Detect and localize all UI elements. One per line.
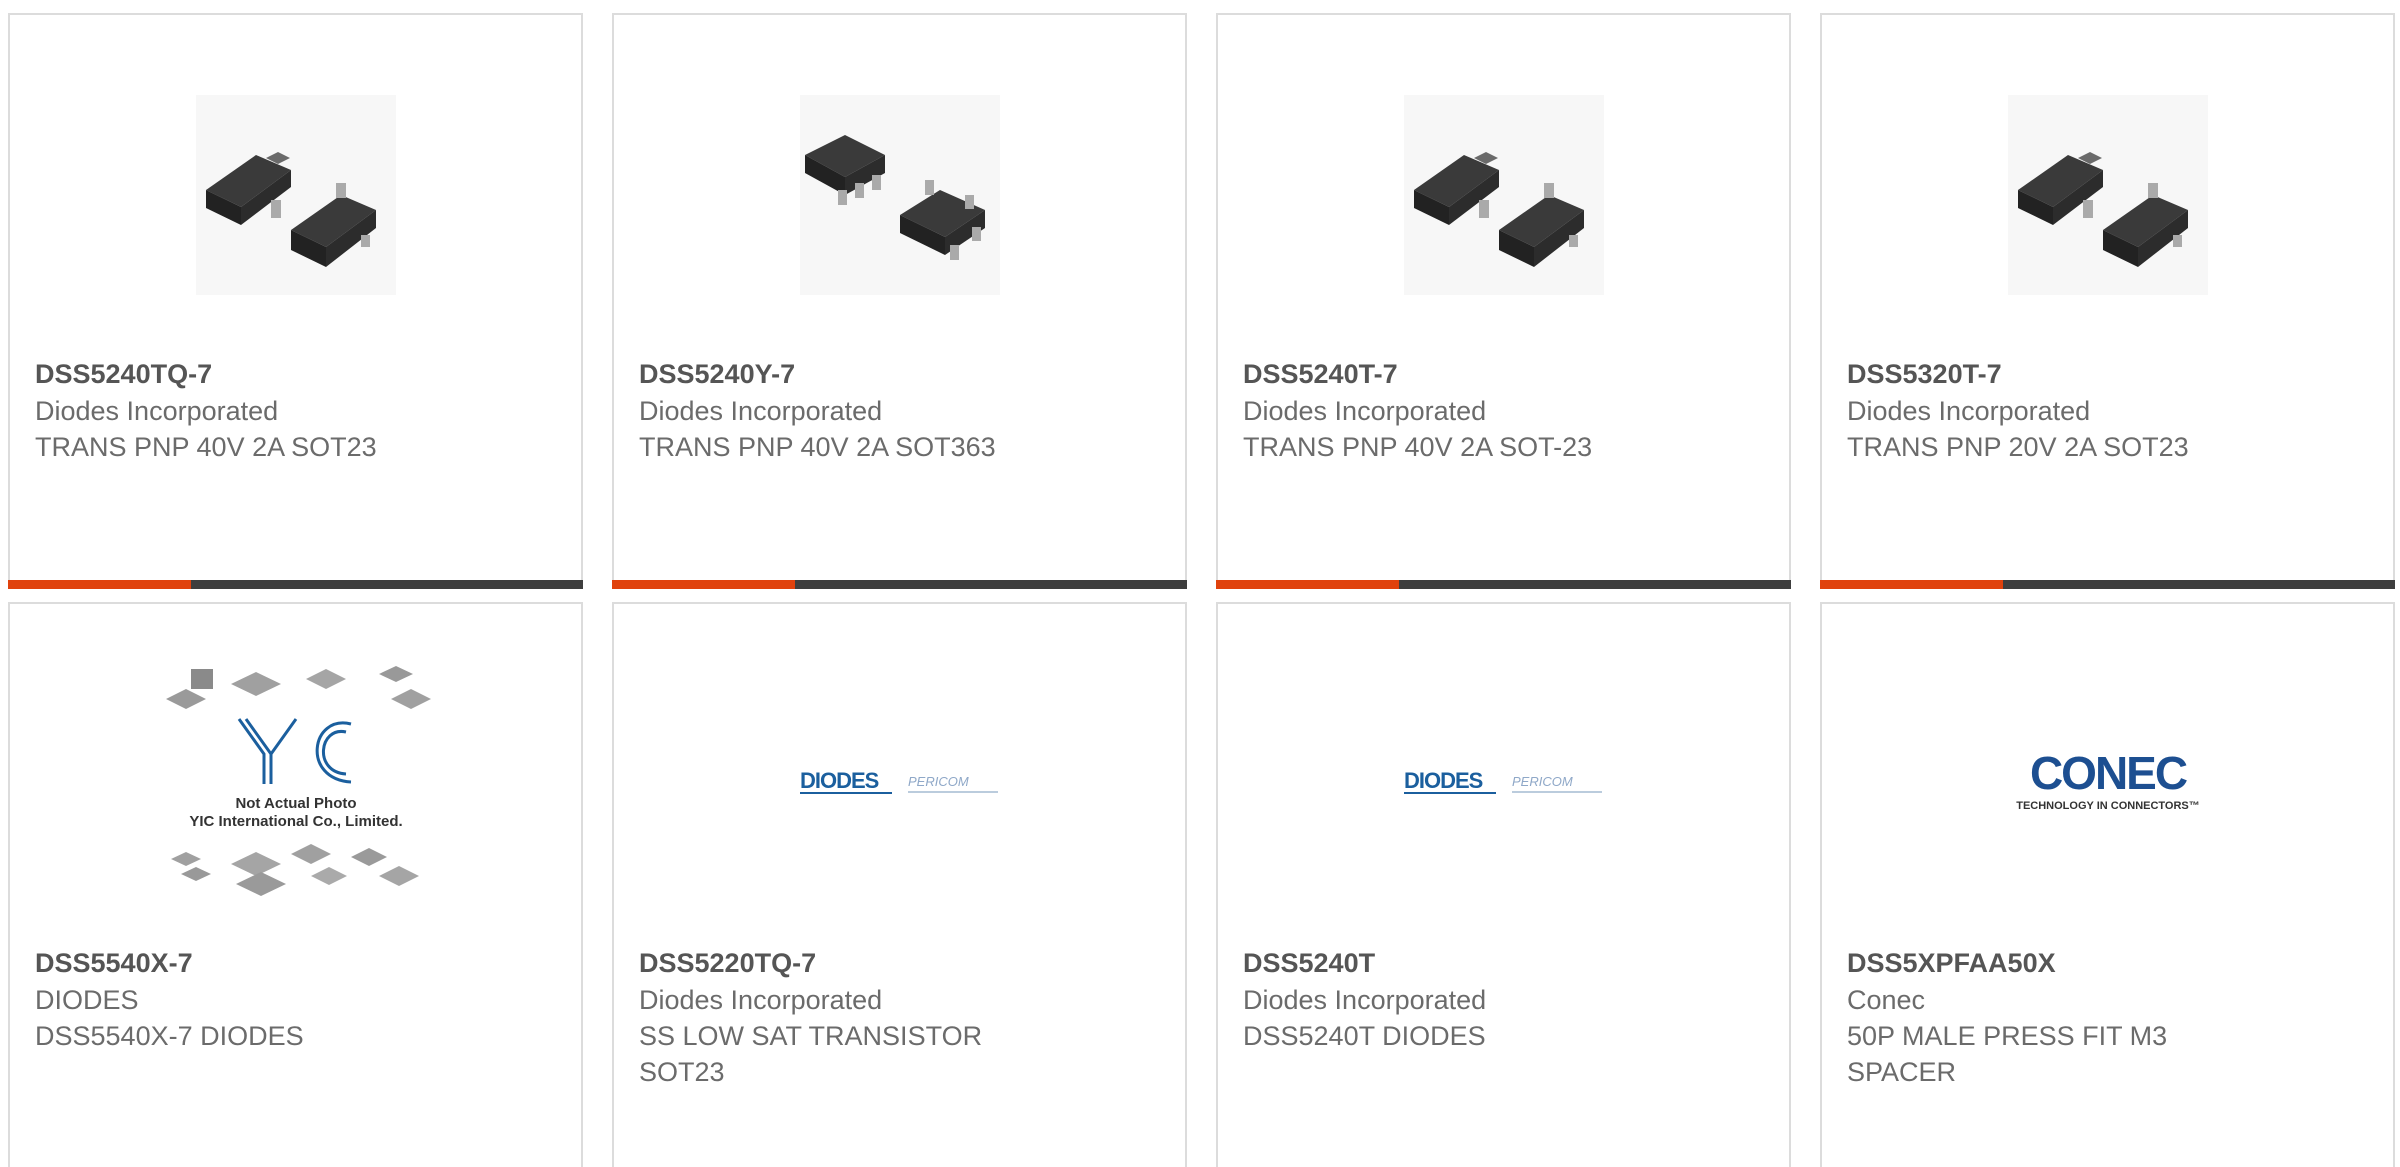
conec-tagline: TECHNOLOGY IN CONNECTORS™ bbox=[2016, 800, 2200, 812]
yic-placeholder-image: Not Actual Photo YIC International Co., … bbox=[10, 664, 581, 904]
description: SS LOW SAT TRANSISTOR SOT23 bbox=[639, 1021, 983, 1087]
sot23-package-icon bbox=[10, 75, 581, 315]
sot363-package-icon bbox=[614, 75, 1185, 315]
manufacturer: Diodes Incorporated bbox=[35, 396, 279, 426]
card-bottom-bar bbox=[8, 580, 583, 589]
part-number[interactable]: DSS5220TQ-7 bbox=[639, 944, 1160, 982]
manufacturer: Diodes Incorporated bbox=[639, 396, 883, 426]
description: TRANS PNP 40V 2A SOT-23 bbox=[1243, 432, 1593, 462]
image-caption-line1: Not Actual Photo bbox=[235, 795, 356, 812]
description: TRANS PNP 40V 2A SOT363 bbox=[639, 432, 996, 462]
product-card[interactable]: DIODES PERICOM DSS5240T Diodes Incorpora… bbox=[1216, 602, 1791, 1167]
description: 50P MALE PRESS FIT M3 SPACER bbox=[1847, 1021, 2168, 1087]
product-info: DSS5XPFAA50X Conec 50P MALE PRESS FIT M3… bbox=[1847, 944, 2368, 1090]
product-info: DSS5240T-7 Diodes Incorporated TRANS PNP… bbox=[1243, 355, 1764, 465]
part-number[interactable]: DSS5240Y-7 bbox=[639, 355, 1160, 393]
pericom-logo-text: PERICOM bbox=[1512, 774, 1573, 789]
card-accent-bar bbox=[1216, 580, 1399, 589]
manufacturer: Conec bbox=[1847, 985, 1926, 1015]
sot23-package-icon bbox=[1218, 75, 1789, 315]
product-card[interactable]: DIODES PERICOM DSS5220TQ-7 Diodes Incorp… bbox=[612, 602, 1187, 1167]
part-number[interactable]: DSS5540X-7 bbox=[35, 944, 556, 982]
part-number[interactable]: DSS5240TQ-7 bbox=[35, 355, 556, 393]
description: DSS5540X-7 DIODES bbox=[35, 1021, 304, 1051]
conec-logo-text: CONEC bbox=[2029, 749, 2186, 799]
part-number[interactable]: DSS5240T bbox=[1243, 944, 1764, 982]
part-number[interactable]: DSS5XPFAA50X bbox=[1847, 944, 2368, 982]
part-number[interactable]: DSS5240T-7 bbox=[1243, 355, 1764, 393]
diodes-pericom-logo: DIODES PERICOM bbox=[1218, 664, 1789, 904]
product-info: DSS5320T-7 Diodes Incorporated TRANS PNP… bbox=[1847, 355, 2368, 465]
card-accent-bar bbox=[8, 580, 191, 589]
card-bottom-bar bbox=[1820, 580, 2395, 589]
manufacturer: DIODES bbox=[35, 985, 139, 1015]
product-info: DSS5540X-7 DIODES DSS5540X-7 DIODES bbox=[35, 944, 556, 1054]
product-info: DSS5240Y-7 Diodes Incorporated TRANS PNP… bbox=[639, 355, 1160, 465]
product-card[interactable]: DSS5240Y-7 Diodes Incorporated TRANS PNP… bbox=[612, 13, 1187, 589]
manufacturer: Diodes Incorporated bbox=[1243, 396, 1487, 426]
diodes-pericom-logo: DIODES PERICOM bbox=[614, 664, 1185, 904]
manufacturer: Diodes Incorporated bbox=[1243, 985, 1487, 1015]
conec-logo: CONEC TECHNOLOGY IN CONNECTORS™ bbox=[1822, 664, 2393, 904]
card-accent-bar bbox=[612, 580, 795, 589]
product-card[interactable]: CONEC TECHNOLOGY IN CONNECTORS™ DSS5XPFA… bbox=[1820, 602, 2395, 1167]
description: TRANS PNP 20V 2A SOT23 bbox=[1847, 432, 2189, 462]
product-info: DSS5240TQ-7 Diodes Incorporated TRANS PN… bbox=[35, 355, 556, 465]
diodes-logo-text: DIODES bbox=[800, 768, 879, 793]
product-info: DSS5220TQ-7 Diodes Incorporated SS LOW S… bbox=[639, 944, 1160, 1090]
sot23-package-icon bbox=[1822, 75, 2393, 315]
product-grid: DSS5240TQ-7 Diodes Incorporated TRANS PN… bbox=[0, 0, 2400, 1167]
product-card[interactable]: DSS5240TQ-7 Diodes Incorporated TRANS PN… bbox=[8, 13, 583, 589]
part-number[interactable]: DSS5320T-7 bbox=[1847, 355, 2368, 393]
pericom-logo-text: PERICOM bbox=[908, 774, 969, 789]
product-card[interactable]: Not Actual Photo YIC International Co., … bbox=[8, 602, 583, 1167]
manufacturer: Diodes Incorporated bbox=[639, 985, 883, 1015]
product-info: DSS5240T Diodes Incorporated DSS5240T DI… bbox=[1243, 944, 1764, 1054]
description: DSS5240T DIODES bbox=[1243, 1021, 1486, 1051]
manufacturer: Diodes Incorporated bbox=[1847, 396, 2091, 426]
image-caption-line2: YIC International Co., Limited. bbox=[189, 813, 402, 830]
diodes-logo-text: DIODES bbox=[1404, 768, 1483, 793]
card-accent-bar bbox=[1820, 580, 2003, 589]
product-card[interactable]: DSS5240T-7 Diodes Incorporated TRANS PNP… bbox=[1216, 13, 1791, 589]
product-card[interactable]: DSS5320T-7 Diodes Incorporated TRANS PNP… bbox=[1820, 13, 2395, 589]
card-bottom-bar bbox=[612, 580, 1187, 589]
description: TRANS PNP 40V 2A SOT23 bbox=[35, 432, 377, 462]
card-bottom-bar bbox=[1216, 580, 1791, 589]
